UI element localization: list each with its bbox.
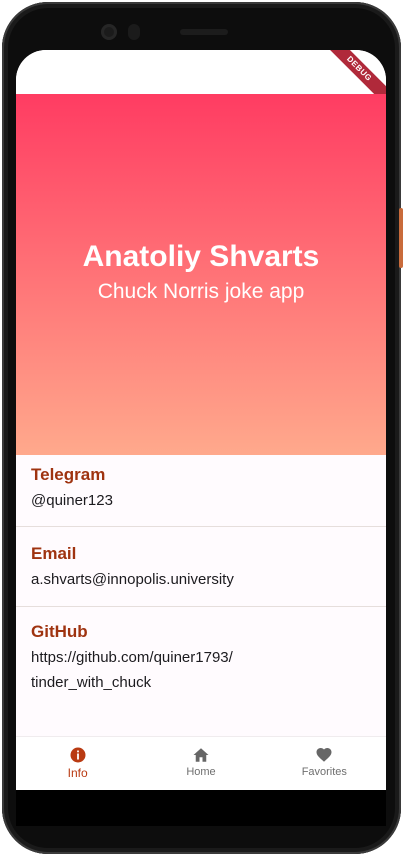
profile-header: Anatoliy Shvarts Chuck Norris joke app	[16, 94, 386, 455]
contact-label: Telegram	[31, 465, 106, 484]
front-camera	[101, 24, 117, 40]
app-screen: DEBUG Anatoliy Shvarts Chuck Norris joke…	[16, 50, 386, 790]
info-icon	[70, 747, 86, 763]
contact-value: a.shvarts@innopolis.university	[31, 571, 234, 588]
contact-label: GitHub	[31, 622, 88, 641]
contact-value: @quiner123	[31, 492, 113, 509]
contact-value-line1: https://github.com/quiner1793/	[31, 649, 233, 666]
profile-name: Anatoliy Shvarts	[82, 239, 320, 273]
bottom-navigation: Info Home Favorites	[16, 736, 386, 790]
contact-value-line2: tinder_with_chuck	[31, 674, 152, 691]
nav-label-favorites: Favorites	[301, 766, 347, 778]
contact-list: Telegram @quiner123 Email a.shvarts@inno…	[16, 455, 386, 695]
bottom-bezel	[16, 790, 386, 826]
nav-item-favorites[interactable]: Favorites	[263, 737, 386, 790]
contact-github[interactable]: GitHub https://github.com/quiner1793/ ti…	[16, 607, 386, 695]
nav-label-home: Home	[186, 766, 216, 778]
contact-label: Email	[31, 544, 77, 563]
heart-icon	[316, 747, 332, 762]
earpiece-speaker	[180, 29, 228, 35]
contact-email[interactable]: Email a.shvarts@innopolis.university	[16, 527, 386, 606]
sensor	[128, 24, 140, 40]
contact-telegram[interactable]: Telegram @quiner123	[16, 455, 386, 526]
nav-item-home[interactable]: Home	[139, 737, 262, 790]
status-bar	[16, 50, 386, 94]
power-button	[399, 208, 403, 268]
app-subtitle: Chuck Norris joke app	[97, 279, 305, 303]
nav-label-info: Info	[67, 766, 88, 780]
nav-item-info[interactable]: Info	[16, 737, 139, 790]
home-icon	[193, 748, 209, 762]
